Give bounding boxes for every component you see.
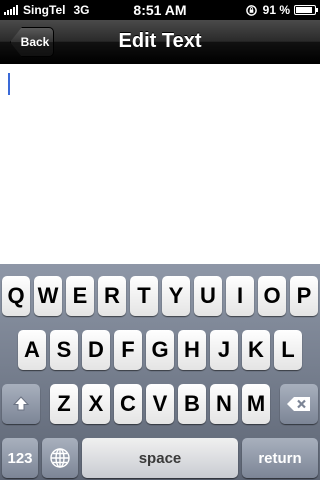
key-c[interactable]: C bbox=[114, 384, 142, 424]
key-g[interactable]: G bbox=[146, 330, 174, 370]
shift-key[interactable] bbox=[2, 384, 40, 424]
key-w[interactable]: W bbox=[34, 276, 62, 316]
delete-icon bbox=[287, 397, 310, 411]
key-i[interactable]: I bbox=[226, 276, 254, 316]
keyboard-row-4: 123 space return bbox=[0, 438, 320, 480]
rotation-lock-icon bbox=[245, 4, 257, 16]
key-l[interactable]: L bbox=[274, 330, 302, 370]
key-m[interactable]: M bbox=[242, 384, 270, 424]
battery-percent: 91 % bbox=[262, 3, 290, 17]
key-u[interactable]: U bbox=[194, 276, 222, 316]
return-key[interactable]: return bbox=[242, 438, 318, 478]
key-p[interactable]: P bbox=[290, 276, 318, 316]
key-z[interactable]: Z bbox=[50, 384, 78, 424]
globe-icon bbox=[50, 448, 70, 468]
space-key[interactable]: space bbox=[82, 438, 238, 478]
status-bar: SingTel 3G 8:51 AM 91 % bbox=[0, 0, 320, 20]
shift-icon bbox=[12, 396, 30, 411]
key-f[interactable]: F bbox=[114, 330, 142, 370]
keyboard-row-2: A S D F G H J K L bbox=[0, 330, 320, 372]
key-n[interactable]: N bbox=[210, 384, 238, 424]
key-t[interactable]: T bbox=[130, 276, 158, 316]
status-right: 91 % bbox=[245, 3, 318, 17]
key-r[interactable]: R bbox=[98, 276, 126, 316]
text-caret bbox=[8, 73, 10, 95]
key-b[interactable]: B bbox=[178, 384, 206, 424]
key-d[interactable]: D bbox=[82, 330, 110, 370]
key-y[interactable]: Y bbox=[162, 276, 190, 316]
keyboard-row-3: Z X C V B N M bbox=[0, 384, 320, 426]
key-a[interactable]: A bbox=[18, 330, 46, 370]
keyboard: Q W E R T Y U I O P A S D F G H J K L Z … bbox=[0, 264, 320, 480]
globe-key[interactable] bbox=[42, 438, 78, 478]
key-j[interactable]: J bbox=[210, 330, 238, 370]
delete-key[interactable] bbox=[280, 384, 318, 424]
key-h[interactable]: H bbox=[178, 330, 206, 370]
key-o[interactable]: O bbox=[258, 276, 286, 316]
numbers-key[interactable]: 123 bbox=[2, 438, 38, 478]
text-editor[interactable] bbox=[0, 64, 320, 264]
nav-bar: Back Edit Text bbox=[0, 20, 320, 64]
keyboard-row-1: Q W E R T Y U I O P bbox=[0, 276, 320, 318]
key-k[interactable]: K bbox=[242, 330, 270, 370]
battery-icon bbox=[294, 5, 318, 15]
key-s[interactable]: S bbox=[50, 330, 78, 370]
key-v[interactable]: V bbox=[146, 384, 174, 424]
key-x[interactable]: X bbox=[82, 384, 110, 424]
key-e[interactable]: E bbox=[66, 276, 94, 316]
battery-fill bbox=[296, 7, 312, 13]
page-title: Edit Text bbox=[118, 30, 202, 52]
key-q[interactable]: Q bbox=[2, 276, 30, 316]
